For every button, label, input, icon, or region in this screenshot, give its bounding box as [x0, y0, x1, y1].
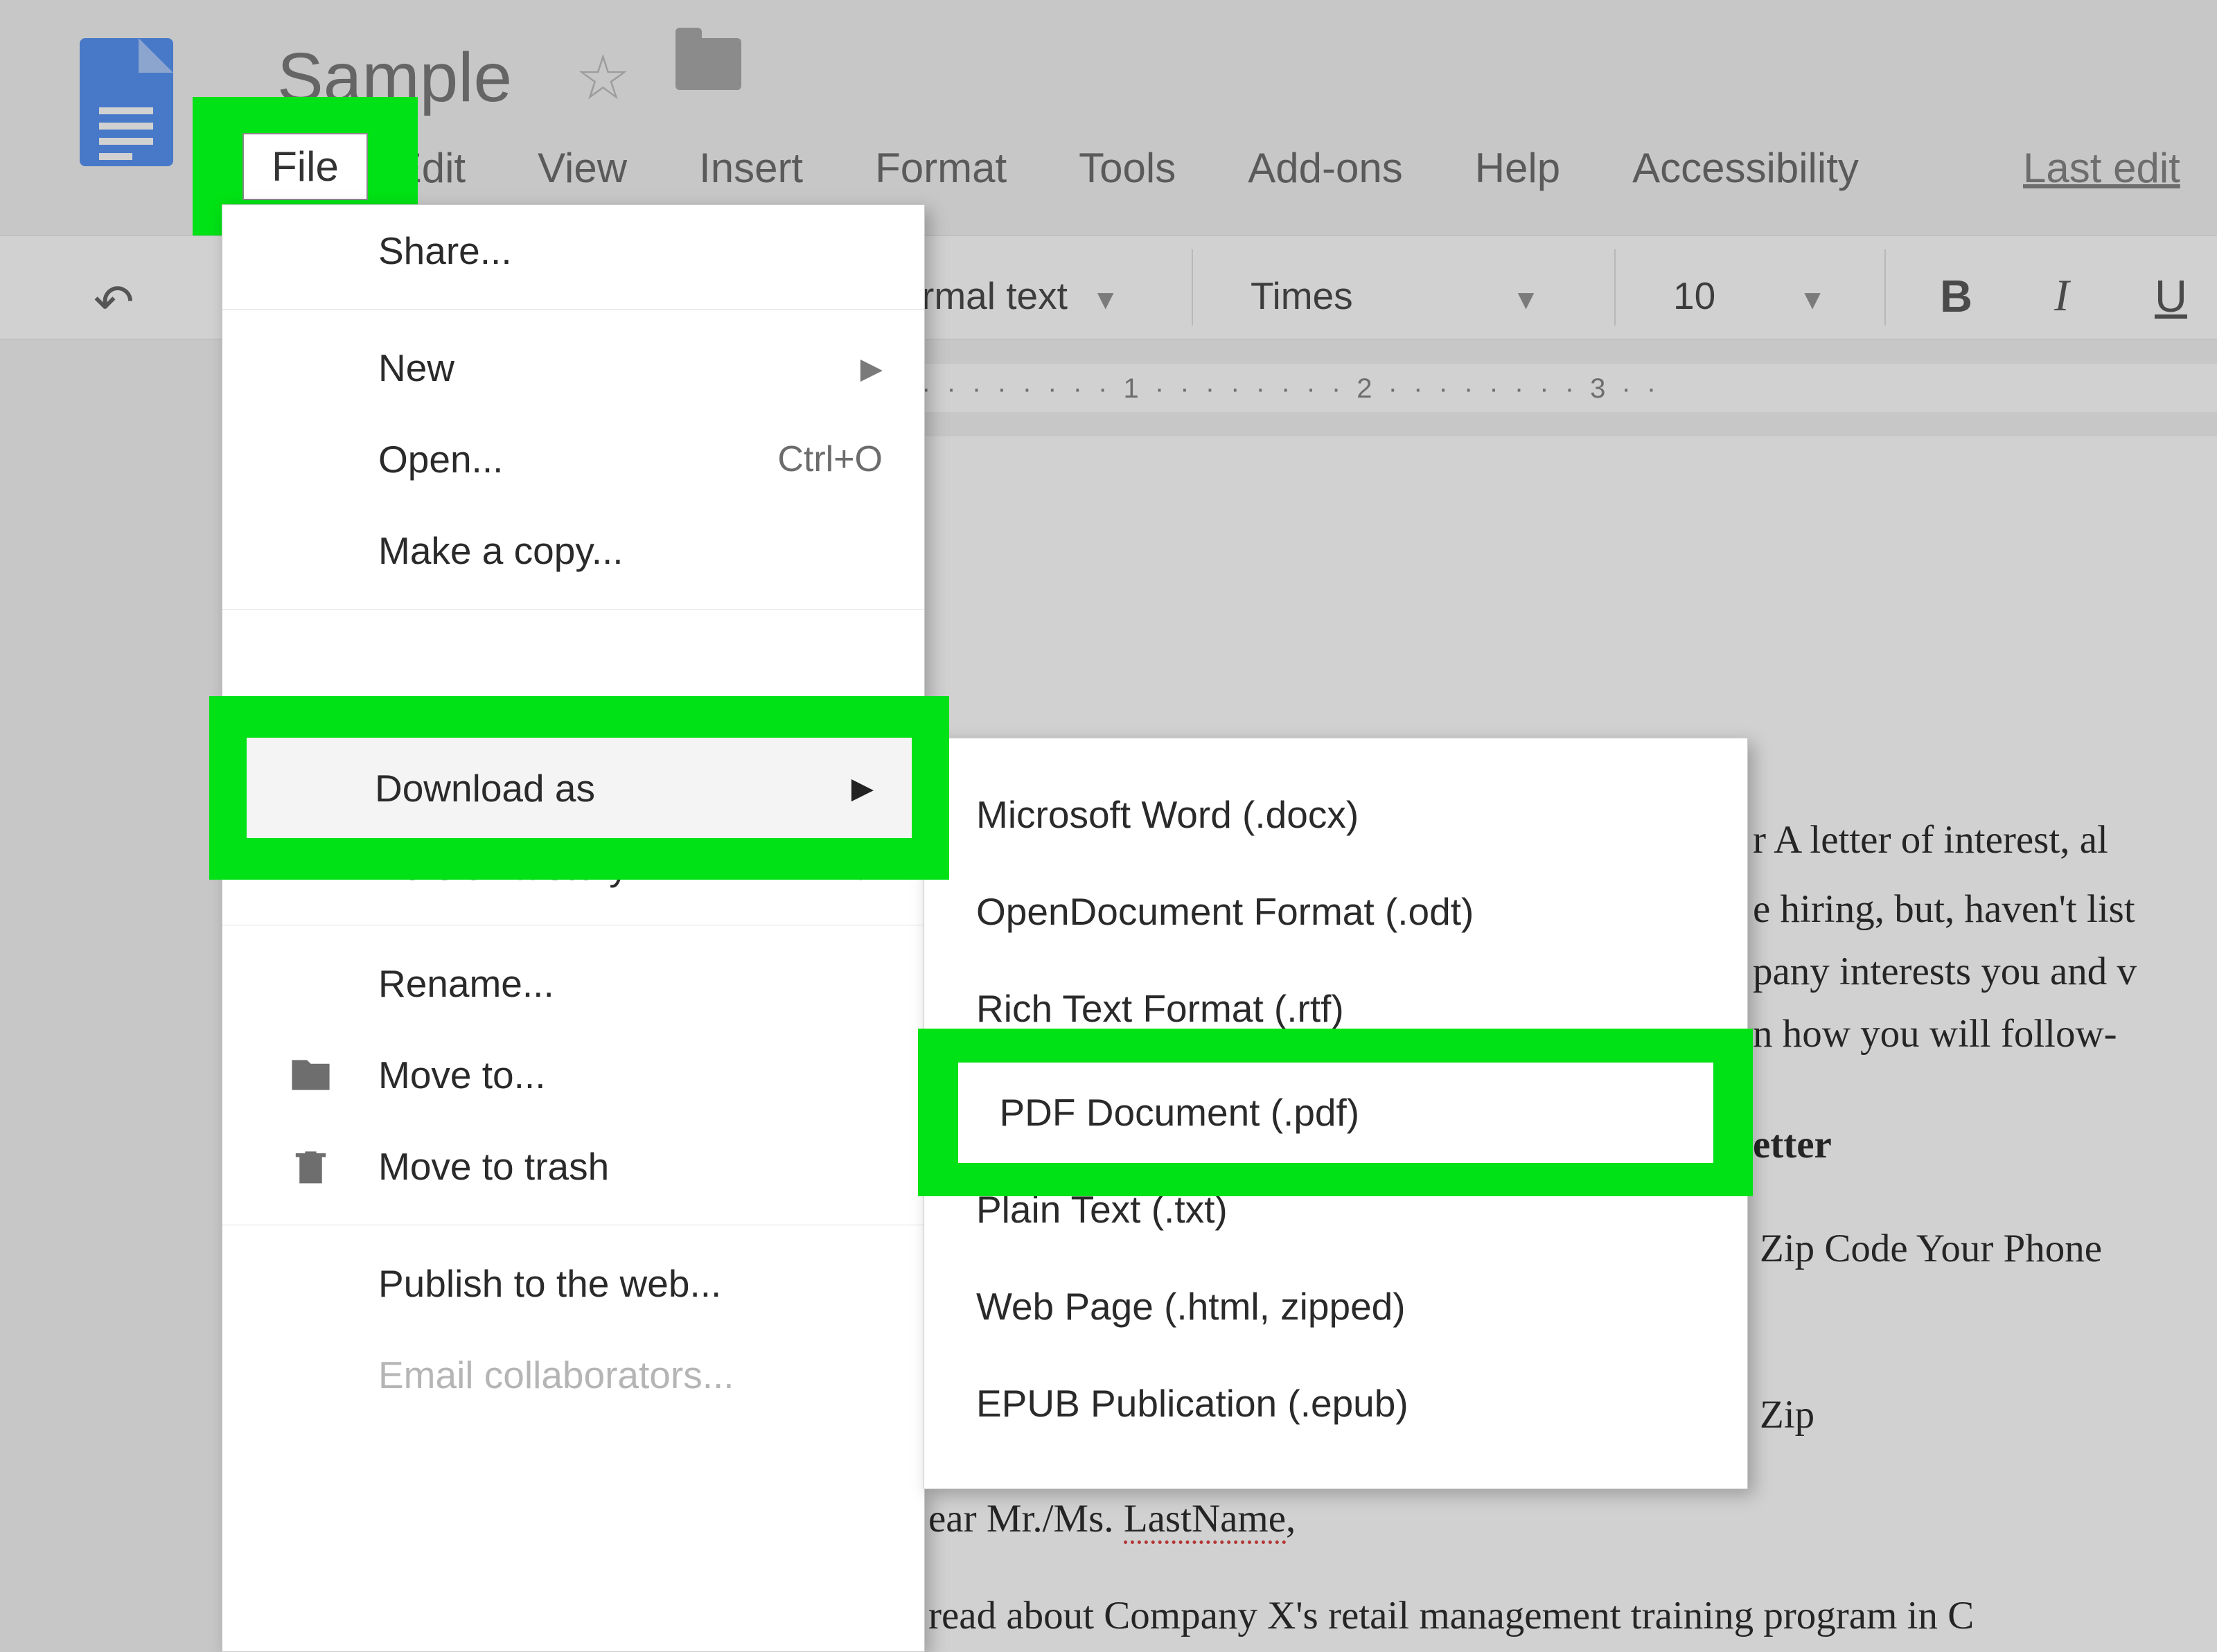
menu-item-new[interactable]: New ▶: [222, 322, 924, 414]
chevron-right-icon: ▶: [851, 771, 874, 805]
submenu-item-odt[interactable]: OpenDocument Format (.odt): [924, 863, 1747, 960]
body-line: read about Company X's retail management…: [928, 1593, 1974, 1638]
open-shortcut: Ctrl+O: [777, 438, 883, 480]
ruler: · · · · · · · · 1 · · · · · · · · 2 · · …: [921, 364, 2217, 412]
menu-item-download-as[interactable]: Download as ▶: [247, 738, 912, 838]
underline-button[interactable]: U: [2155, 270, 2187, 322]
menu-item-move-to-trash[interactable]: Move to trash: [222, 1121, 924, 1212]
font-size-dropdown[interactable]: 10▼: [1673, 274, 1826, 318]
submenu-item-epub[interactable]: EPUB Publication (.epub): [924, 1355, 1747, 1452]
body-line: Zip Code Your Phone: [1760, 1226, 2102, 1271]
menu-item-rename[interactable]: Rename...: [222, 938, 924, 1029]
submenu-item-docx[interactable]: Microsoft Word (.docx): [924, 766, 1747, 863]
body-line: etter: [1753, 1122, 1832, 1167]
italic-button[interactable]: I: [2054, 270, 2069, 322]
menu-item-publish[interactable]: Publish to the web...: [222, 1238, 924, 1329]
body-line: n how you will follow-: [1753, 1011, 2117, 1056]
star-icon[interactable]: ☆: [575, 42, 631, 114]
file-menu: Share... New ▶ Open... Ctrl+O Make a cop…: [222, 204, 925, 1652]
menu-help[interactable]: Help: [1463, 139, 1573, 197]
body-line: r A letter of interest, al: [1753, 817, 2108, 862]
undo-icon[interactable]: ↶: [94, 274, 134, 330]
font-family-dropdown[interactable]: Times▼: [1251, 274, 1539, 318]
submenu-item-html[interactable]: Web Page (.html, zipped): [924, 1258, 1747, 1355]
menu-item-email-collaborators: Email collaborators...: [222, 1329, 924, 1421]
last-edit-link[interactable]: Last edit: [2023, 144, 2180, 192]
paragraph-style-dropdown[interactable]: rmal text▼: [921, 274, 1119, 318]
menu-item-share[interactable]: Share...: [222, 205, 924, 296]
menu-item-move-to[interactable]: Move to...: [222, 1029, 924, 1121]
body-line: e hiring, but, haven't list: [1753, 887, 2135, 932]
menu-format[interactable]: Format: [863, 139, 1019, 197]
highlight-pdf: PDF Document (.pdf): [918, 1029, 1753, 1196]
folder-icon[interactable]: [675, 38, 741, 90]
submenu-item-pdf[interactable]: PDF Document (.pdf): [958, 1063, 1713, 1163]
body-line: Zip: [1760, 1392, 1814, 1437]
menu-accessibility[interactable]: Accessibility: [1620, 139, 1871, 197]
menu-file[interactable]: File: [242, 133, 368, 200]
menubar: File Edit View Insert Format Tools Add-o…: [242, 139, 1871, 197]
folder-icon: [288, 1053, 333, 1098]
highlight-download-as: Download as ▶: [209, 696, 949, 880]
menu-insert[interactable]: Insert: [687, 139, 815, 197]
menu-tools[interactable]: Tools: [1066, 139, 1188, 197]
google-docs-icon[interactable]: [80, 38, 173, 166]
menu-item-open[interactable]: Open... Ctrl+O: [222, 414, 924, 505]
menu-addons[interactable]: Add-ons: [1235, 139, 1415, 197]
chevron-right-icon: ▶: [860, 351, 883, 385]
trash-icon: [288, 1144, 333, 1189]
body-line: ear Mr./Ms. LastName,: [928, 1496, 1296, 1541]
bold-button[interactable]: B: [1940, 270, 1972, 322]
menu-item-make-copy[interactable]: Make a copy...: [222, 505, 924, 596]
menu-view[interactable]: View: [525, 139, 639, 197]
body-line: pany interests you and v: [1753, 949, 2137, 994]
